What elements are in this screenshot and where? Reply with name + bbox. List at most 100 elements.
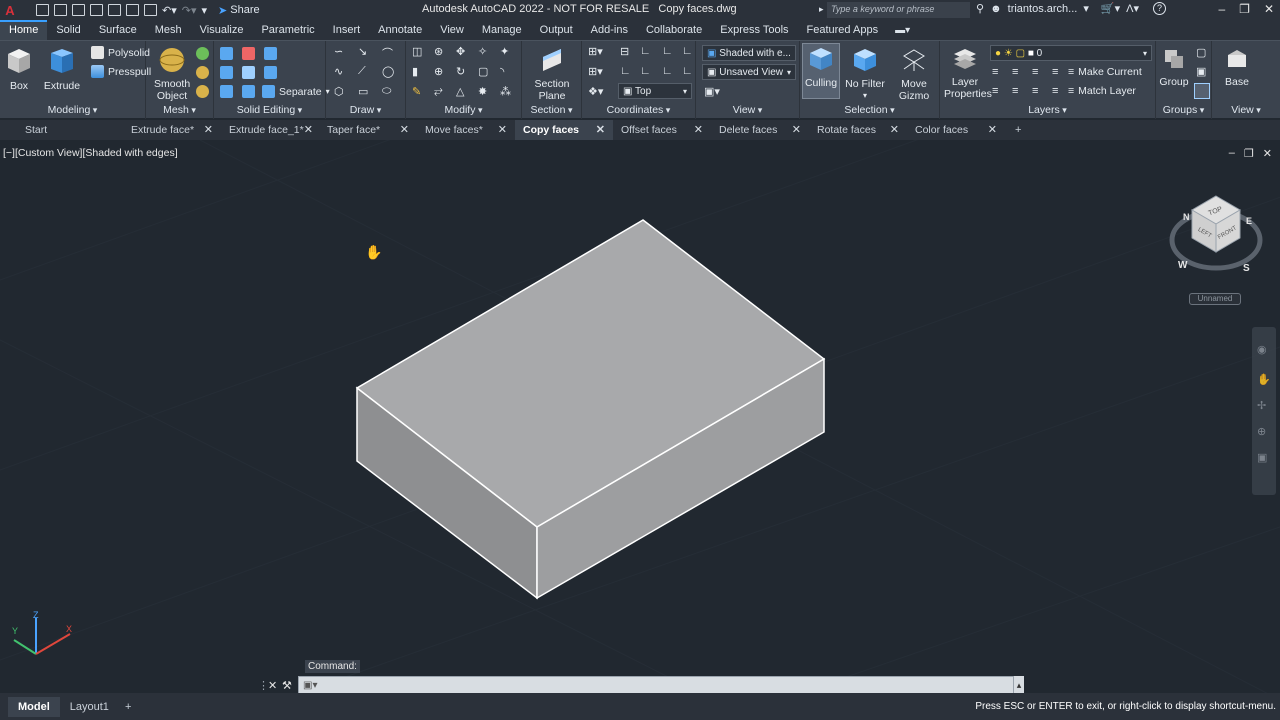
mesh-panel-title[interactable]: Mesh [146, 104, 213, 116]
imprint-icon[interactable] [220, 85, 233, 98]
user-icon[interactable]: ☻ [990, 3, 1002, 15]
subtract-icon[interactable] [242, 47, 255, 60]
compass-north-label[interactable]: N [1183, 212, 1190, 222]
layout-tab-model[interactable]: Model [8, 696, 60, 717]
match-layer-button[interactable]: ≡ Match Layer [1068, 85, 1136, 97]
search-icon[interactable]: ⚲ [976, 2, 984, 15]
zoom-extents-icon[interactable]: ✢ [1257, 399, 1266, 412]
draw-panel-title[interactable]: Draw [326, 104, 405, 116]
group-edit-icon[interactable]: ▣ [1196, 65, 1206, 78]
help-button[interactable]: ? [1152, 2, 1166, 15]
move-gizmo-button[interactable]: Move Gizmo [894, 45, 934, 102]
command-customize-icon[interactable]: ⚒ [282, 679, 298, 692]
ribbon-tab-view[interactable]: View [431, 20, 473, 40]
doc-tab-taper-face-[interactable]: Taper face* ✕ [319, 120, 417, 140]
mesh-smooth-less-icon[interactable] [196, 66, 209, 79]
modeling-panel-title[interactable]: Modeling [0, 104, 145, 116]
group-selection-toggle-icon[interactable] [1194, 83, 1210, 99]
slice-icon[interactable] [242, 66, 255, 79]
orbit-icon[interactable]: ⊕ [1257, 425, 1266, 438]
array-icon[interactable]: ⊛ [434, 45, 443, 58]
modify-panel-title[interactable]: Modify [406, 104, 521, 116]
ucs-object-icon[interactable]: ∟ [682, 65, 693, 77]
pan-icon[interactable]: ✋ [1257, 373, 1271, 386]
ribbon-tab-visualize[interactable]: Visualize [191, 20, 253, 40]
publish-icon[interactable] [126, 4, 139, 16]
layers-panel-title[interactable]: Layers [940, 104, 1155, 116]
ribbon-tab-solid[interactable]: Solid [47, 20, 89, 40]
mirror-icon[interactable]: ◫ [412, 45, 422, 58]
box-button[interactable]: Box [4, 45, 34, 92]
stretch-icon[interactable]: ⥂ [434, 85, 443, 98]
no-filter-button[interactable]: No Filter ▾ [844, 45, 886, 102]
layer-freeze-icon[interactable]: ≡ [1032, 66, 1038, 78]
compass-west-label[interactable]: W [1178, 260, 1188, 271]
scale-icon[interactable]: ▢ [478, 65, 488, 78]
save-as-icon[interactable] [90, 4, 103, 16]
coordinates-panel-title[interactable]: Coordinates [582, 104, 695, 116]
align-icon[interactable]: ▮ [412, 65, 418, 78]
ellipse-icon[interactable]: ⬭ [382, 85, 391, 98]
ucs-world-icon[interactable]: ⊞▾ [588, 65, 603, 78]
close-icon[interactable]: ✕ [1264, 2, 1274, 16]
ribbon-tab-add-ins[interactable]: Add-ins [582, 20, 637, 40]
group-button[interactable]: Group [1158, 45, 1190, 88]
intersect-icon[interactable] [220, 66, 233, 79]
polygon-icon[interactable]: ⬡ [334, 85, 344, 98]
doc-tab-move-faces-[interactable]: Move faces* ✕ [417, 120, 515, 140]
ucs-named-dropdown[interactable]: ▣ Top ▾ [618, 83, 692, 99]
cart-icon[interactable]: 🛒▾ [1101, 2, 1120, 15]
move-icon[interactable]: ✥ [456, 45, 465, 58]
layer-properties-button[interactable]: Layer Properties [944, 45, 992, 100]
ribbon-tab-manage[interactable]: Manage [473, 20, 531, 40]
cloud-save-icon[interactable] [108, 4, 121, 16]
customize-qat-icon[interactable]: ▾ [202, 4, 208, 17]
print-icon[interactable] [144, 4, 157, 16]
doc-tab-copy-faces[interactable]: Copy faces ✕ [515, 120, 613, 140]
ucs-3point-icon[interactable]: ∟ [620, 65, 631, 77]
layer-lock-icon[interactable]: ≡ [1052, 66, 1058, 78]
explode-icon[interactable]: ✸ [478, 85, 487, 98]
ucs-settings-icon[interactable]: ❖▾ [588, 85, 603, 98]
close-tab-icon[interactable]: ✕ [988, 120, 997, 140]
circle-icon[interactable]: ◯ [382, 65, 394, 78]
close-tab-icon[interactable]: ✕ [792, 120, 801, 140]
new-tab-icon[interactable]: + [1015, 124, 1021, 136]
interfere-icon[interactable] [264, 47, 277, 60]
spline-icon[interactable]: ∿ [334, 65, 343, 78]
close-tab-icon[interactable]: ✕ [304, 120, 313, 140]
compass-south-label[interactable]: S [1243, 263, 1250, 274]
ucs-y-icon[interactable]: ∟ [662, 45, 673, 57]
polyline-icon[interactable]: ↘ [358, 45, 367, 58]
close-tab-icon[interactable]: ✕ [596, 120, 605, 140]
thicken-icon[interactable] [264, 66, 277, 79]
ucs-face-icon[interactable]: ∟ [662, 65, 673, 77]
visual-style-dropdown[interactable]: ▣ Shaded with e...▾ [702, 45, 796, 71]
extract-edges-icon[interactable] [242, 85, 255, 98]
section-plane-button[interactable]: Section Plane [532, 45, 572, 102]
presspull-button[interactable]: Presspull [91, 65, 151, 78]
trim-icon[interactable]: ✦ [500, 45, 509, 58]
layer-off-icon[interactable]: ≡ [992, 66, 998, 78]
line-icon[interactable]: ∽ [334, 45, 343, 58]
doc-tab-delete-faces[interactable]: Delete faces ✕ [711, 120, 809, 140]
layer-unisolate-icon[interactable]: ≡ [1012, 85, 1018, 97]
share-button[interactable]: ➤ Share [218, 4, 260, 17]
layer-unlock-all-icon[interactable]: ≡ [1052, 85, 1058, 97]
layer-on-all-icon[interactable]: ≡ [992, 85, 998, 97]
ribbon-tab-insert[interactable]: Insert [324, 20, 370, 40]
layer-isolate-icon[interactable]: ≡ [1012, 66, 1018, 78]
doc-tab-extrude-face-1-[interactable]: Extrude face_1* ✕ [221, 120, 319, 140]
solid-editing-panel-title[interactable]: Solid Editing [214, 104, 325, 116]
command-line-grip-icon[interactable]: ⋮ [258, 679, 269, 692]
application-menu-button[interactable]: A [0, 0, 20, 20]
mesh-smooth-more-icon[interactable] [196, 47, 209, 60]
ribbon-tab-output[interactable]: Output [531, 20, 582, 40]
ribbon-tab-home[interactable]: Home [0, 20, 48, 40]
undo-icon[interactable]: ↶▾ [162, 4, 177, 17]
save-icon[interactable] [72, 4, 85, 16]
layout-tab-layout1[interactable]: Layout1 [60, 697, 119, 717]
compass-east-label[interactable]: E [1246, 216, 1252, 226]
ucs-x-icon[interactable]: ∟ [640, 45, 651, 57]
command-close-icon[interactable]: ✕ [268, 679, 282, 692]
